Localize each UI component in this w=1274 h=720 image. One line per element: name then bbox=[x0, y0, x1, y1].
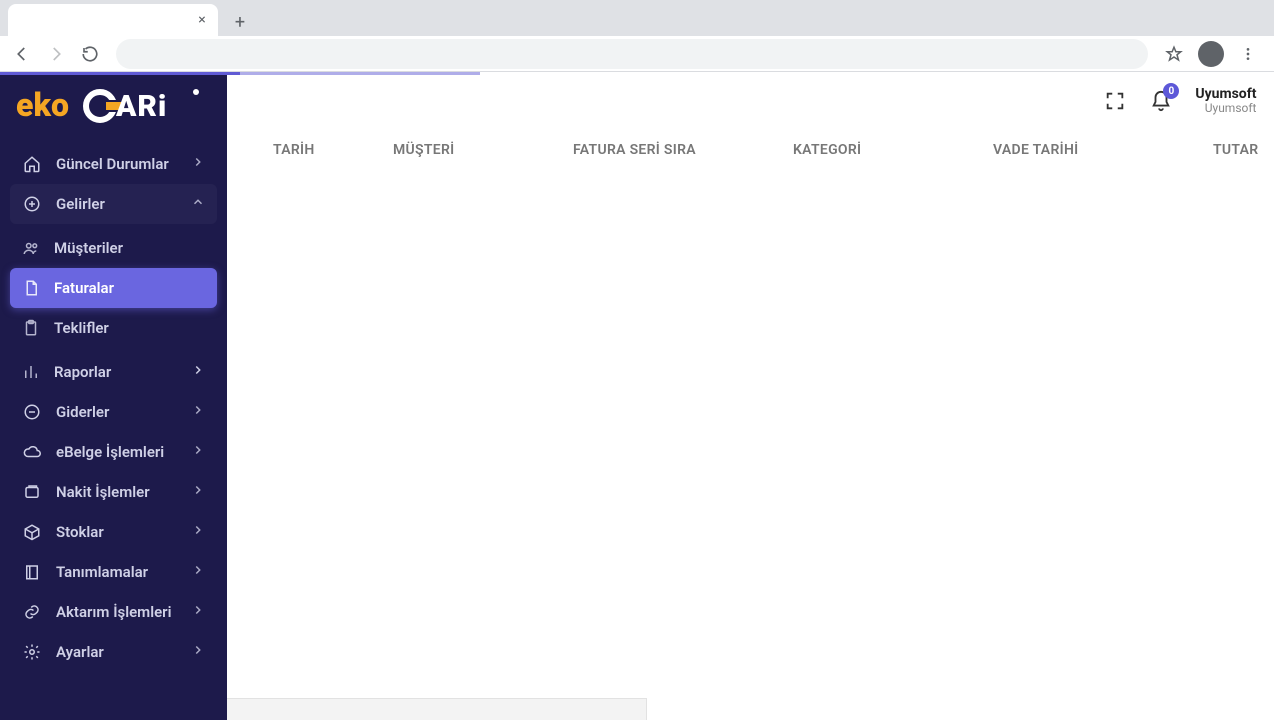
chevron-right-icon bbox=[191, 563, 205, 581]
content: TARİHMÜŞTERİFATURA SERİ SIRAKATEGORİVADE… bbox=[227, 130, 1274, 720]
gear-icon bbox=[22, 643, 42, 661]
column-header[interactable]: MÜŞTERİ bbox=[393, 142, 573, 158]
new-tab-button[interactable]: + bbox=[226, 8, 254, 36]
doc-icon bbox=[22, 279, 40, 297]
chevron-right-icon bbox=[191, 443, 205, 461]
sidebar-menu: Güncel Durumlar Gelirler Müşteriler Fatu… bbox=[0, 144, 227, 672]
sidebar-item-label: Teklifler bbox=[54, 319, 109, 337]
wallet-icon bbox=[22, 483, 42, 501]
user-block[interactable]: Uyumsoft Uyumsoft bbox=[1195, 86, 1256, 116]
svg-text:eko: eko bbox=[16, 86, 69, 124]
sidebar-item-guncel[interactable]: Güncel Durumlar bbox=[10, 144, 217, 184]
browser-chrome: × + bbox=[0, 0, 1274, 72]
notifications-icon[interactable]: 0 bbox=[1149, 89, 1173, 113]
table-header: TARİHMÜŞTERİFATURA SERİ SIRAKATEGORİVADE… bbox=[273, 130, 1274, 170]
link-icon bbox=[22, 603, 42, 621]
users-icon bbox=[22, 239, 40, 257]
reload-button[interactable] bbox=[76, 40, 104, 68]
sidebar-item-label: eBelge İşlemleri bbox=[56, 443, 164, 461]
sidebar-subitem-musteriler[interactable]: Müşteriler bbox=[10, 228, 217, 268]
column-header[interactable]: VADE TARİHİ bbox=[993, 142, 1213, 158]
box-icon bbox=[22, 523, 42, 541]
chevron-right-icon bbox=[191, 523, 205, 541]
sidebar-item-tanim[interactable]: Tanımlamalar bbox=[10, 552, 217, 592]
sidebar-item-gelirler[interactable]: Gelirler bbox=[10, 184, 217, 224]
browser-toolbar bbox=[0, 36, 1274, 72]
sidebar-subitem-faturalar[interactable]: Faturalar bbox=[10, 268, 217, 308]
sidebar-item-label: Ayarlar bbox=[56, 643, 104, 661]
sidebar-item-label: Güncel Durumlar bbox=[56, 155, 169, 173]
cloud-icon bbox=[22, 443, 42, 461]
column-header[interactable]: TUTAR bbox=[1213, 142, 1274, 158]
sidebar-subitem-teklifler[interactable]: Teklifler bbox=[10, 308, 217, 348]
tab-strip: × + bbox=[0, 0, 1274, 36]
fullscreen-icon[interactable] bbox=[1103, 89, 1127, 113]
sidebar-item-giderler[interactable]: Giderler bbox=[10, 392, 217, 432]
plus-o-icon bbox=[22, 195, 42, 213]
user-name: Uyumsoft bbox=[1195, 86, 1256, 102]
chevron-right-icon bbox=[191, 155, 205, 173]
chevron-right-icon bbox=[191, 603, 205, 621]
browser-tab[interactable]: × bbox=[8, 4, 218, 36]
column-header[interactable]: FATURA SERİ SIRA bbox=[573, 142, 793, 158]
sidebar-item-label: Gelirler bbox=[56, 195, 105, 213]
status-bar bbox=[227, 698, 647, 720]
sidebar-item-ebelge[interactable]: eBelge İşlemleri bbox=[10, 432, 217, 472]
column-header[interactable]: TARİH bbox=[273, 142, 393, 158]
app-logo[interactable]: eko ARi bbox=[0, 82, 227, 144]
submenu-gelirler: Müşteriler Faturalar Teklifler bbox=[10, 224, 217, 352]
chevron-right-icon bbox=[191, 643, 205, 661]
back-button[interactable] bbox=[8, 40, 36, 68]
profile-avatar-icon[interactable] bbox=[1198, 41, 1224, 67]
chevron-right-icon bbox=[191, 363, 205, 381]
sidebar-item-ayarlar[interactable]: Ayarlar bbox=[10, 632, 217, 672]
sidebar: eko ARi Güncel Durumlar Gelirler Müşteri… bbox=[0, 72, 227, 720]
minus-o-icon bbox=[22, 403, 42, 421]
notifications-badge: 0 bbox=[1163, 83, 1179, 99]
sidebar-item-aktarim[interactable]: Aktarım İşlemleri bbox=[10, 592, 217, 632]
forward-button[interactable] bbox=[42, 40, 70, 68]
sidebar-item-nakit[interactable]: Nakit İşlemler bbox=[10, 472, 217, 512]
loading-bar bbox=[0, 72, 240, 75]
sidebar-item-label: Raporlar bbox=[54, 363, 111, 381]
top-bar: 0 Uyumsoft Uyumsoft bbox=[227, 72, 1274, 130]
sidebar-item-label: Tanımlamalar bbox=[56, 563, 148, 581]
sidebar-item-label: Müşteriler bbox=[54, 239, 123, 257]
chevron-right-icon bbox=[191, 483, 205, 501]
close-tab-icon[interactable]: × bbox=[194, 12, 210, 28]
app-root: eko ARi Güncel Durumlar Gelirler Müşteri… bbox=[0, 72, 1274, 720]
sidebar-item-label: Aktarım İşlemleri bbox=[56, 603, 171, 621]
main-area: 0 Uyumsoft Uyumsoft TARİHMÜŞTERİFATURA S… bbox=[227, 72, 1274, 720]
address-bar[interactable] bbox=[116, 39, 1148, 69]
sidebar-item-stoklar[interactable]: Stoklar bbox=[10, 512, 217, 552]
chart-icon bbox=[22, 363, 40, 381]
sidebar-item-label: Nakit İşlemler bbox=[56, 483, 150, 501]
user-subtitle: Uyumsoft bbox=[1205, 102, 1257, 116]
chevron-down-icon bbox=[191, 195, 205, 213]
clip-icon bbox=[22, 319, 40, 337]
sidebar-item-label: Giderler bbox=[56, 403, 109, 421]
column-header[interactable]: KATEGORİ bbox=[793, 142, 993, 158]
sidebar-item-raporlar[interactable]: Raporlar bbox=[10, 352, 217, 392]
sidebar-item-label: Faturalar bbox=[54, 279, 114, 297]
chevron-right-icon bbox=[191, 403, 205, 421]
sidebar-item-label: Stoklar bbox=[56, 523, 104, 541]
kebab-menu-icon[interactable] bbox=[1234, 40, 1262, 68]
star-icon[interactable] bbox=[1160, 40, 1188, 68]
book-icon bbox=[22, 563, 42, 581]
svg-text:ARi: ARi bbox=[115, 89, 167, 124]
home-icon bbox=[22, 155, 42, 173]
